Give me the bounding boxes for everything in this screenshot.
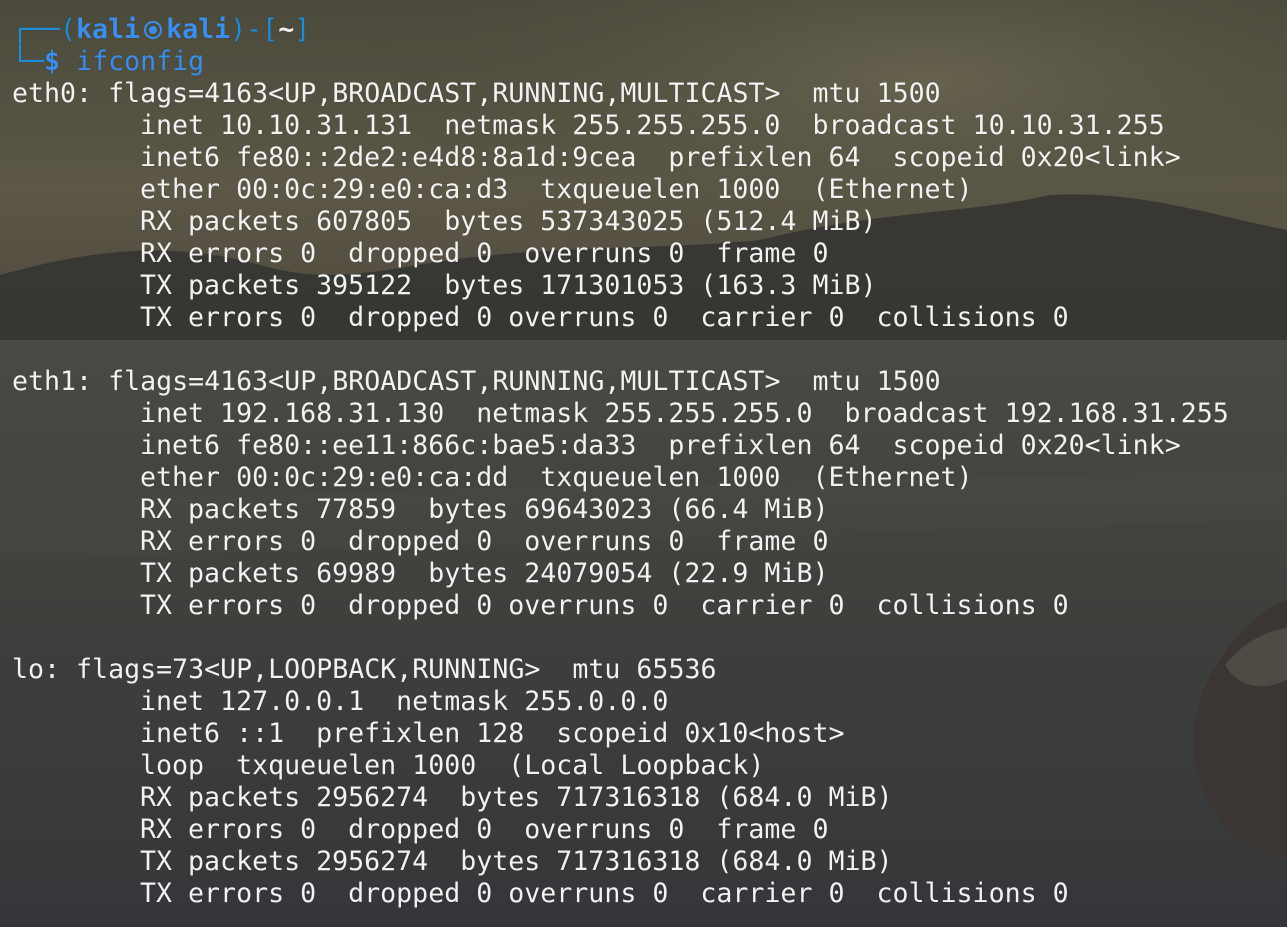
interface-line: inet6 fe80::2de2:e4d8:8a1d:9cea prefixle… [140,142,1181,173]
kali-skull-icon [144,21,163,39]
terminal-window[interactable]: ┌──(kali kali)-[~] └─$ ifconfig eth0: fla… [0,0,1287,927]
interface-line: inet6 ::1 prefixlen 128 scopeid 0x10<hos… [140,718,845,749]
interface-line: inet 127.0.0.1 netmask 255.0.0.0 [140,686,669,717]
interface-line: inet 192.168.31.130 netmask 255.255.255.… [140,398,1229,429]
interface-line: RX errors 0 dropped 0 overruns 0 frame 0 [140,526,829,557]
prompt-username: kali [76,14,141,45]
prompt-line-command: └─$ ifconfig [12,46,1287,78]
interface-line: TX packets 69989 bytes 24079054 (22.9 Mi… [140,558,829,589]
interface-line: RX packets 607805 bytes 537343025 (512.4… [140,206,877,237]
interface-line: inet 10.10.31.131 netmask 255.255.255.0 … [140,110,1165,141]
prompt-cwd: ~ [278,14,295,45]
interface-line: inet6 fe80::ee11:866c:bae5:da33 prefixle… [140,430,1181,461]
interface-line: RX errors 0 dropped 0 overruns 0 frame 0 [140,814,829,845]
interface-line: TX packets 395122 bytes 171301053 (163.3… [140,270,877,301]
command-text: ifconfig [76,46,205,77]
interface-line: TX errors 0 dropped 0 overruns 0 carrier… [140,590,1069,621]
interface-line: TX packets 2956274 bytes 717316318 (684.… [140,846,893,877]
interface-line: ether 00:0c:29:e0:ca:dd txqueuelen 1000 … [140,462,973,493]
interface-block-eth0: eth0: flags=4163<UP,BROADCAST,RUNNING,MU… [12,78,1287,334]
interface-line: RX packets 77859 bytes 69643023 (66.4 Mi… [140,494,829,525]
interface-header: eth0: flags=4163<UP,BROADCAST,RUNNING,MU… [12,78,941,109]
interface-line: TX errors 0 dropped 0 overruns 0 carrier… [140,878,1069,909]
interface-line: RX packets 2956274 bytes 717316318 (684.… [140,782,893,813]
prompt-hostname: kali [166,14,231,45]
prompt-frame-top: ┌──( [12,14,77,45]
prompt-frame-mid: )-[ [230,14,279,45]
interface-line: TX errors 0 dropped 0 overruns 0 carrier… [140,302,1069,333]
interface-line: loop txqueuelen 1000 (Local Loopback) [140,750,765,781]
prompt-dollar: $ [44,46,61,77]
interface-line: ether 00:0c:29:e0:ca:d3 txqueuelen 1000 … [140,174,973,205]
interface-line: RX errors 0 dropped 0 overruns 0 frame 0 [140,238,829,269]
interface-block-eth1: eth1: flags=4163<UP,BROADCAST,RUNNING,MU… [12,366,1287,622]
interface-block-lo: lo: flags=73<UP,LOOPBACK,RUNNING> mtu 65… [12,654,1287,910]
prompt-frame-bottom: └─ [12,46,45,77]
interface-header: eth1: flags=4163<UP,BROADCAST,RUNNING,MU… [12,366,941,397]
interface-header: lo: flags=73<UP,LOOPBACK,RUNNING> mtu 65… [12,654,717,685]
prompt-line-top: ┌──(kali kali)-[~] [12,14,1287,46]
prompt-frame-end: ] [294,14,311,45]
